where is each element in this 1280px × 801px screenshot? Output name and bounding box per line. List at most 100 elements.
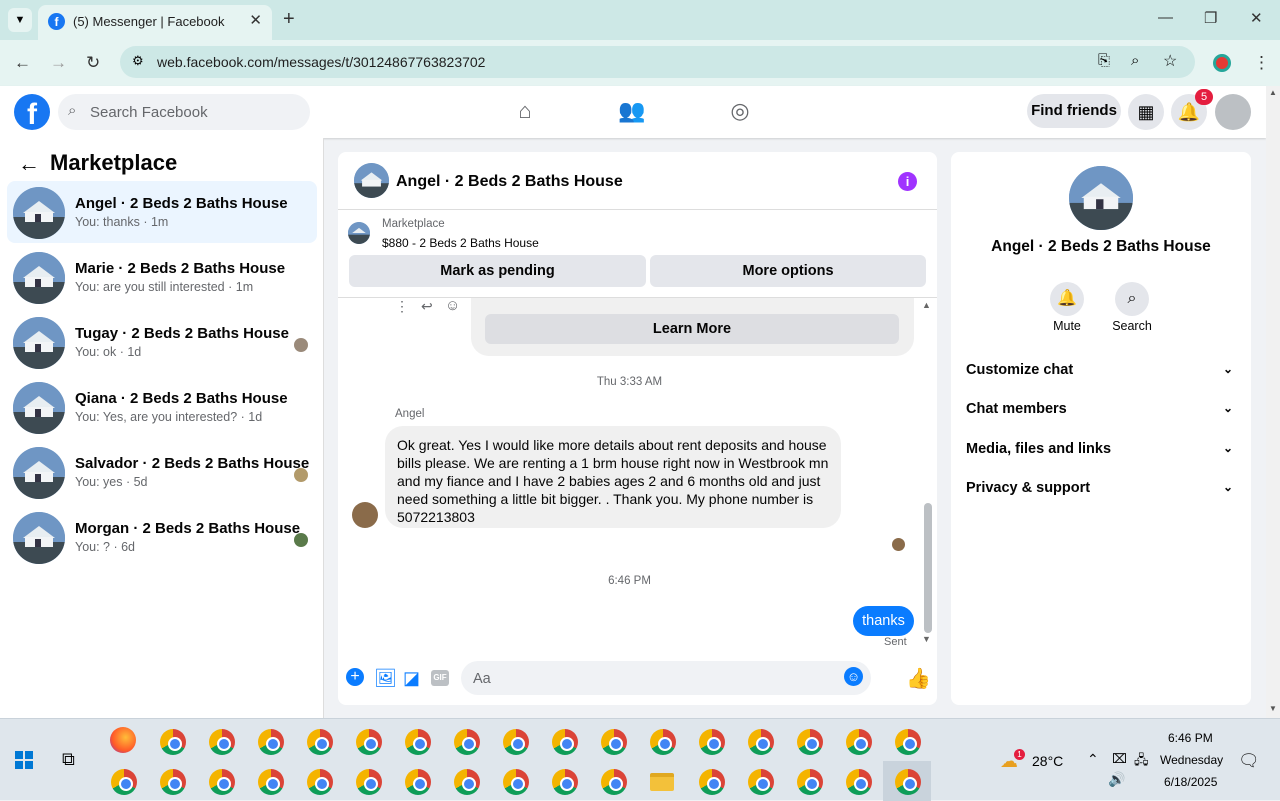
account-avatar[interactable] — [1215, 94, 1251, 130]
chrome-icon[interactable] — [699, 729, 725, 755]
install-app-icon[interactable]: ⎘ — [1098, 52, 1110, 69]
chrome-icon[interactable] — [748, 729, 774, 755]
chrome-icon[interactable] — [209, 769, 235, 795]
chrome-icon[interactable] — [258, 769, 284, 795]
restore-icon[interactable]: ❐ — [1204, 9, 1217, 27]
chrome-icon[interactable] — [846, 729, 872, 755]
chrome-icon[interactable] — [454, 729, 480, 755]
tab-search-button[interactable]: ▼ — [8, 8, 32, 32]
listing-thumbnail[interactable] — [348, 222, 370, 244]
conversation-item[interactable]: Morgan · 2 Beds 2 Baths House You: ? · 6… — [7, 506, 317, 568]
mute-bell-icon[interactable]: 🔔 — [1050, 282, 1084, 316]
chrome-icon[interactable] — [895, 769, 921, 795]
menu-grid-icon[interactable]: ▦ — [1128, 94, 1164, 130]
learn-more-button[interactable]: Learn More — [485, 314, 899, 344]
scroll-down-icon[interactable]: ▼ — [922, 634, 931, 644]
chrome-icon[interactable] — [160, 729, 186, 755]
forward-icon[interactable]: → — [50, 53, 67, 73]
chrome-icon[interactable] — [895, 729, 921, 755]
chrome-icon[interactable] — [503, 729, 529, 755]
listing-price-title[interactable]: $880 - 2 Beds 2 Baths House — [382, 236, 539, 250]
back-arrow-icon[interactable]: ← — [18, 151, 40, 177]
clock-day[interactable]: Wednesday — [1160, 753, 1223, 767]
chrome-icon[interactable] — [699, 769, 725, 795]
chrome-icon[interactable] — [405, 729, 431, 755]
chevron-up-icon[interactable]: ⌃ — [1087, 751, 1099, 768]
task-view-icon[interactable]: ⧉ — [62, 749, 75, 770]
chrome-icon[interactable] — [797, 769, 823, 795]
profile-extension-icon[interactable] — [1213, 54, 1231, 72]
friends-icon[interactable]: 👥 — [618, 98, 646, 126]
chrome-icon[interactable] — [846, 769, 872, 795]
gif-icon[interactable]: GIF — [431, 670, 449, 686]
reload-icon[interactable]: ↻ — [86, 53, 100, 73]
facebook-logo-icon[interactable]: f — [14, 94, 50, 130]
customize-chat-section[interactable]: Customize chat ⌄ — [966, 362, 1241, 392]
chrome-icon[interactable] — [356, 729, 382, 755]
close-window-icon[interactable]: ✕ — [1250, 9, 1263, 27]
volume-icon[interactable]: 🔊 — [1108, 771, 1125, 788]
more-actions-icon[interactable]: ⋮ — [395, 298, 409, 315]
chrome-icon[interactable] — [307, 769, 333, 795]
sender-avatar[interactable] — [352, 502, 378, 528]
privacy-support-section[interactable]: Privacy & support ⌄ — [966, 480, 1241, 510]
chrome-icon[interactable] — [797, 729, 823, 755]
chrome-icon[interactable] — [552, 729, 578, 755]
conversation-item[interactable]: Salvador · 2 Beds 2 Baths House You: yes… — [7, 441, 317, 503]
conversation-item[interactable]: Marie · 2 Beds 2 Baths House You: are yo… — [7, 246, 317, 308]
chrome-icon[interactable] — [356, 769, 382, 795]
chat-scrollbar-thumb[interactable] — [924, 503, 932, 633]
browser-menu-icon[interactable]: ⋮ — [1253, 53, 1270, 73]
chat-house-avatar[interactable] — [354, 163, 389, 198]
emoji-icon[interactable]: ☺ — [844, 667, 863, 686]
groups-icon[interactable]: ◎ — [726, 98, 754, 126]
chrome-icon[interactable] — [160, 769, 186, 795]
message-thread[interactable]: ⋮ ↩ ☺ Learn More Thu 3:33 AM Angel Ok gr… — [338, 298, 937, 650]
browser-tab[interactable]: f (5) Messenger | Facebook ✕ — [38, 5, 272, 40]
chrome-icon[interactable] — [601, 769, 627, 795]
chrome-icon[interactable] — [307, 729, 333, 755]
chrome-icon[interactable] — [258, 729, 284, 755]
zoom-icon[interactable]: ⌕ — [1131, 52, 1139, 69]
temperature[interactable]: 28°C — [1032, 753, 1063, 769]
chrome-icon[interactable] — [748, 769, 774, 795]
scroll-down-icon[interactable]: ▼ — [1269, 704, 1277, 713]
reply-icon[interactable]: ↩ — [421, 298, 433, 315]
scroll-up-icon[interactable]: ▲ — [922, 300, 931, 310]
chrome-icon[interactable] — [650, 729, 676, 755]
windows-start-icon[interactable] — [15, 751, 33, 769]
conversation-item[interactable]: Tugay · 2 Beds 2 Baths House You: ok · 1… — [7, 311, 317, 373]
message-input[interactable]: Aa ☺ — [461, 661, 871, 695]
sticker-icon[interactable]: ◪ — [403, 668, 420, 689]
react-icon[interactable]: ☺ — [445, 298, 460, 314]
conversation-item[interactable]: Qiana · 2 Beds 2 Baths House You: Yes, a… — [7, 376, 317, 438]
chrome-icon[interactable] — [601, 729, 627, 755]
media-files-links-section[interactable]: Media, files and links ⌄ — [966, 441, 1241, 471]
minimize-icon[interactable]: — — [1158, 9, 1173, 26]
home-icon[interactable]: ⌂ — [511, 98, 539, 126]
search-facebook-input[interactable]: ⌕ Search Facebook — [58, 94, 310, 130]
clock-time[interactable]: 6:46 PM — [1168, 731, 1213, 745]
network-icon[interactable]: 🖧 — [1134, 751, 1149, 773]
firefox-icon[interactable] — [110, 727, 136, 753]
plus-icon[interactable]: + — [346, 668, 364, 686]
back-icon[interactable]: ← — [14, 53, 31, 73]
device-icon[interactable]: ⌧ — [1112, 751, 1127, 767]
chrome-icon[interactable] — [503, 769, 529, 795]
thumbs-up-icon[interactable]: 👍 — [906, 666, 931, 691]
chrome-icon[interactable] — [454, 769, 480, 795]
chrome-icon[interactable] — [209, 729, 235, 755]
site-info-icon[interactable]: ⚙ — [132, 53, 144, 69]
scroll-up-icon[interactable]: ▲ — [1269, 88, 1277, 97]
notification-center-icon[interactable]: 🗨 — [1238, 751, 1260, 771]
search-icon[interactable]: ⌕ — [1115, 282, 1149, 316]
page-scrollbar[interactable]: ▲ ▼ — [1266, 86, 1280, 718]
photo-icon[interactable]: 🖼 — [374, 668, 397, 689]
find-friends-button[interactable]: Find friends — [1027, 94, 1121, 128]
chat-members-section[interactable]: Chat members ⌄ — [966, 401, 1241, 431]
more-options-button[interactable]: More options — [650, 255, 926, 287]
conversation-item[interactable]: Angel · 2 Beds 2 Baths House You: thanks… — [7, 181, 317, 243]
file-explorer-icon[interactable] — [650, 773, 674, 791]
new-tab-button[interactable]: + — [283, 8, 295, 31]
clock-date[interactable]: 6/18/2025 — [1164, 775, 1217, 789]
